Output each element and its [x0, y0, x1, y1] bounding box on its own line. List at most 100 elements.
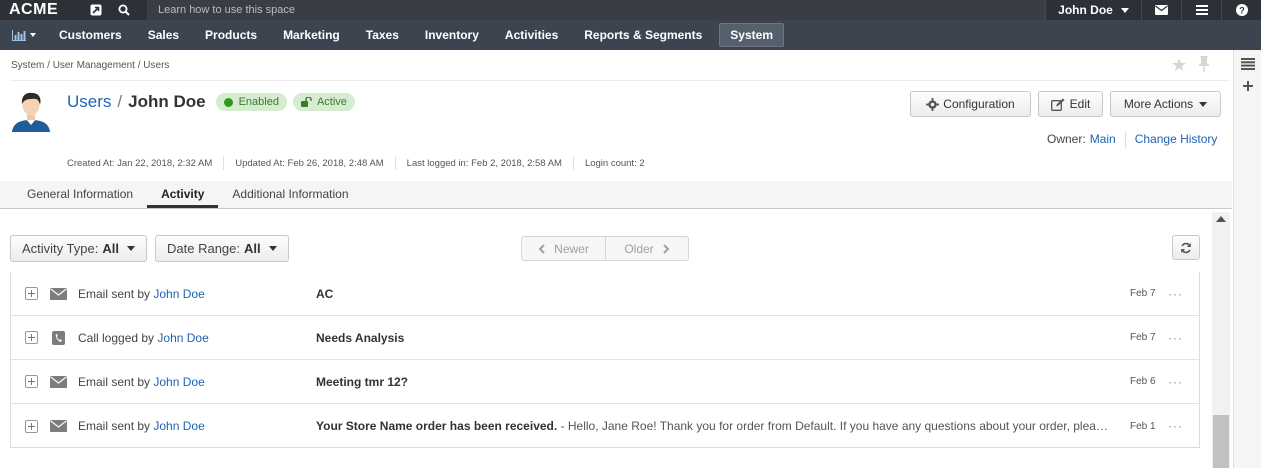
- status-badge-enabled: Enabled: [215, 93, 287, 111]
- nav-activities[interactable]: Activities: [492, 23, 571, 47]
- tab-general-information[interactable]: General Information: [13, 181, 147, 208]
- activity-type-filter[interactable]: Activity Type: All: [10, 235, 147, 262]
- avatar: [12, 92, 50, 132]
- scroll-up-icon[interactable]: [1216, 216, 1226, 222]
- chevron-down-icon: [1120, 7, 1129, 13]
- side-panel: [1233, 50, 1261, 468]
- newer-button[interactable]: Newer: [522, 237, 605, 260]
- user-menu[interactable]: John Doe: [1045, 0, 1141, 20]
- header-divider: [10, 80, 1230, 81]
- owner-link[interactable]: Main: [1090, 132, 1116, 148]
- envelope-icon: [49, 419, 67, 433]
- menu-icon[interactable]: [1181, 0, 1221, 20]
- more-icon[interactable]: ···: [1168, 331, 1183, 345]
- nav-reports-segments[interactable]: Reports & Segments: [571, 23, 715, 47]
- expand-icon[interactable]: [25, 287, 38, 300]
- expand-icon[interactable]: [25, 419, 38, 433]
- activity-subject[interactable]: AC: [316, 287, 333, 301]
- phone-icon: [49, 330, 67, 345]
- expand-icon[interactable]: [25, 331, 38, 344]
- gear-icon: [926, 97, 940, 111]
- user-name: John Doe: [1058, 3, 1113, 17]
- scrollbar-thumb[interactable]: [1213, 415, 1229, 468]
- bar-chart-icon: [12, 29, 26, 41]
- more-actions-button[interactable]: More Actions: [1110, 91, 1221, 117]
- activity-user-link[interactable]: John Doe: [153, 375, 204, 389]
- activity-date: Feb 1: [1130, 420, 1156, 432]
- main-nav: Customers Sales Products Marketing Taxes…: [0, 20, 1261, 50]
- list-item[interactable]: Email sent by John Doe Your Store Name o…: [11, 404, 1199, 448]
- user-name-title: John Doe: [128, 92, 206, 111]
- activity-subject[interactable]: Meeting tmr 12?: [316, 375, 408, 389]
- list-item[interactable]: Email sent by John Doe Meeting tmr 12? F…: [11, 360, 1199, 404]
- more-icon[interactable]: ···: [1168, 419, 1183, 433]
- users-link[interactable]: Users: [67, 92, 111, 112]
- breadcrumb-user-management[interactable]: User Management: [53, 60, 135, 71]
- nav-system[interactable]: System: [719, 23, 784, 47]
- activity-subject[interactable]: Needs Analysis: [316, 331, 404, 345]
- enabled-dot-icon: [223, 97, 233, 107]
- nav-sales[interactable]: Sales: [135, 23, 192, 47]
- page-actions: ★: [1171, 55, 1211, 76]
- envelope-icon: [49, 375, 67, 389]
- more-icon[interactable]: ···: [1168, 375, 1183, 389]
- nav-products[interactable]: Products: [192, 23, 270, 47]
- activity-user-link[interactable]: John Doe: [157, 331, 208, 345]
- last-logged-in: Last logged in: Feb 2, 2018, 2:58 AM: [406, 157, 562, 169]
- activity-date: Feb 6: [1130, 376, 1156, 387]
- pin-icon[interactable]: [1197, 55, 1211, 73]
- status-badge-active: Active: [292, 93, 355, 111]
- nav-marketing[interactable]: Marketing: [270, 23, 353, 47]
- older-button[interactable]: Older: [605, 237, 688, 260]
- envelope-icon: [49, 287, 67, 301]
- list-item[interactable]: Email sent by John Doe AC Feb 7 ···: [11, 272, 1199, 316]
- page-title: Users / John Doe Enabled Active: [67, 92, 355, 112]
- pagination: Newer Older: [521, 236, 689, 261]
- activity-snippet: - Hello, Jane Roe! Thank you for order f…: [557, 419, 1108, 433]
- activity-subject[interactable]: Your Store Name order has been received.: [316, 419, 557, 433]
- app-logo[interactable]: ACME: [0, 1, 82, 19]
- share-icon[interactable]: [82, 0, 110, 20]
- breadcrumb: System / User Management / Users: [11, 60, 170, 71]
- more-icon[interactable]: ···: [1168, 287, 1183, 301]
- mail-icon[interactable]: [1141, 0, 1181, 20]
- activity-user-link[interactable]: John Doe: [153, 287, 204, 301]
- tab-additional-information[interactable]: Additional Information: [218, 181, 362, 208]
- nav-taxes[interactable]: Taxes: [353, 23, 412, 47]
- date-range-filter[interactable]: Date Range: All: [155, 235, 289, 262]
- unlock-icon: [300, 97, 312, 107]
- chevron-down-icon: [126, 246, 135, 251]
- refresh-icon: [1181, 242, 1191, 253]
- nav-inventory[interactable]: Inventory: [412, 23, 492, 47]
- configuration-button[interactable]: Configuration: [910, 91, 1031, 117]
- list-item[interactable]: Call logged by John Doe Needs Analysis F…: [11, 316, 1199, 360]
- search-input[interactable]: Learn how to use this space: [147, 0, 1045, 20]
- activity-user-link[interactable]: John Doe: [153, 419, 204, 433]
- help-icon[interactable]: ?: [1221, 0, 1261, 20]
- top-bar: ACME Learn how to use this space John Do…: [0, 0, 1261, 20]
- login-count: Login count: 2: [584, 157, 645, 169]
- svg-text:?: ?: [1239, 6, 1245, 16]
- chevron-down-icon: [1199, 101, 1208, 107]
- activity-date: Feb 7: [1130, 288, 1156, 299]
- section-tabs: General Information Activity Additional …: [0, 181, 1232, 209]
- plus-icon[interactable]: [1234, 75, 1261, 97]
- owner-label: Owner:: [1047, 132, 1086, 146]
- list-icon[interactable]: [1234, 53, 1261, 75]
- dashboard-menu[interactable]: [0, 29, 46, 41]
- activity-list: Email sent by John Doe AC Feb 7 ··· Call…: [10, 272, 1200, 448]
- expand-icon[interactable]: [25, 375, 38, 388]
- star-icon[interactable]: ★: [1171, 55, 1187, 76]
- chevron-down-icon: [30, 33, 36, 37]
- edit-icon: [1050, 98, 1065, 111]
- search-icon[interactable]: [110, 0, 138, 20]
- breadcrumb-system[interactable]: System: [11, 60, 44, 71]
- chevron-right-icon: [662, 243, 670, 254]
- tab-activity[interactable]: Activity: [147, 181, 219, 208]
- chevron-down-icon: [268, 246, 277, 251]
- nav-customers[interactable]: Customers: [46, 23, 135, 47]
- change-history-link[interactable]: Change History: [1135, 132, 1218, 148]
- breadcrumb-users: Users: [143, 60, 170, 71]
- edit-button[interactable]: Edit: [1038, 91, 1103, 117]
- refresh-button[interactable]: [1172, 235, 1200, 260]
